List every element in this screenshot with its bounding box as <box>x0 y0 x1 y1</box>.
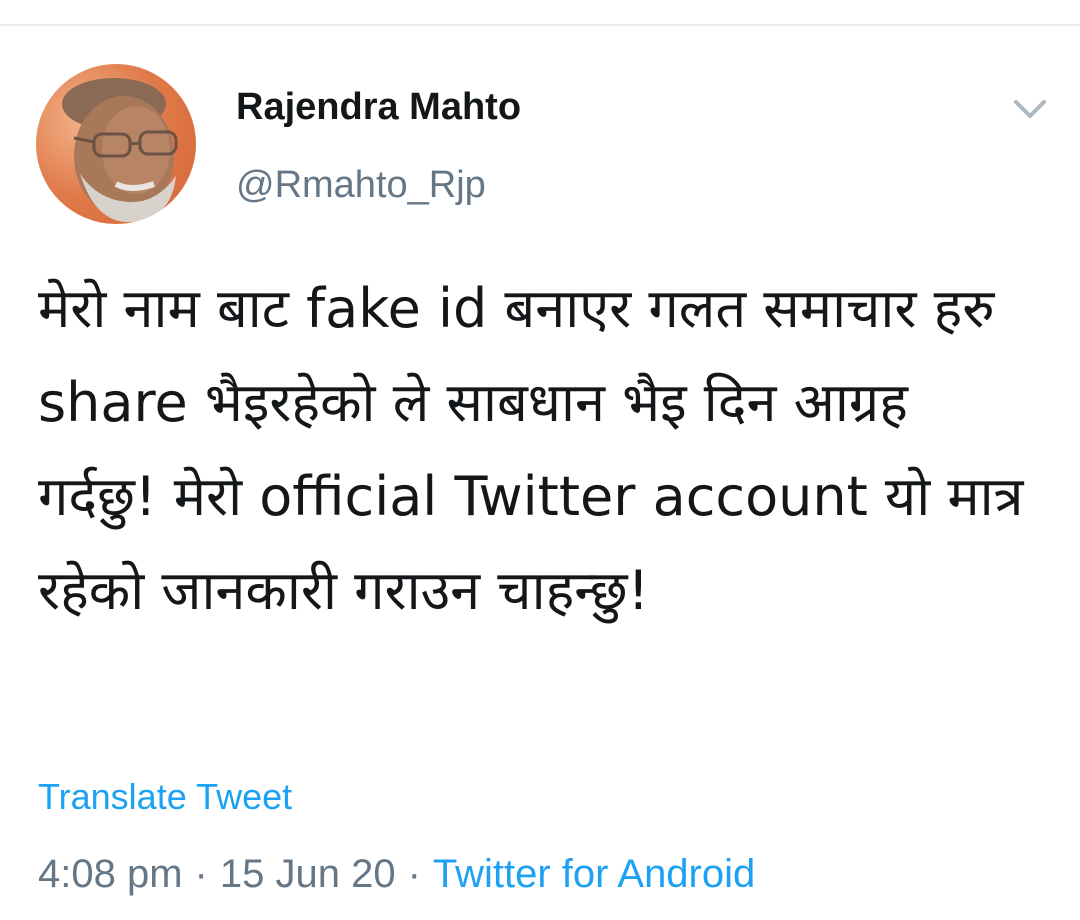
avatar[interactable] <box>36 64 196 224</box>
user-handle[interactable]: @Rmahto_Rjp <box>236 164 486 207</box>
avatar-image <box>36 64 196 224</box>
divider <box>0 24 1080 26</box>
separator: · <box>194 852 208 896</box>
translate-tweet-link[interactable]: Translate Tweet <box>38 776 292 818</box>
tweet-meta: 4:08 pm · 15 Jun 20 · Twitter for Android <box>38 852 755 897</box>
tweet-detail: Rajendra Mahto @Rmahto_Rjp मेरो नाम बाट … <box>0 0 1080 920</box>
tweet-text: मेरो नाम बाट fake id बनाएर गलत समाचार हर… <box>38 277 1041 622</box>
separator: · <box>407 852 421 896</box>
display-name[interactable]: Rajendra Mahto <box>236 86 521 129</box>
chevron-down-icon[interactable] <box>1008 90 1052 126</box>
tweet-time: 4:08 pm <box>38 852 183 896</box>
tweet-source-link[interactable]: Twitter for Android <box>433 852 755 896</box>
tweet-date: 15 Jun 20 <box>219 852 396 896</box>
